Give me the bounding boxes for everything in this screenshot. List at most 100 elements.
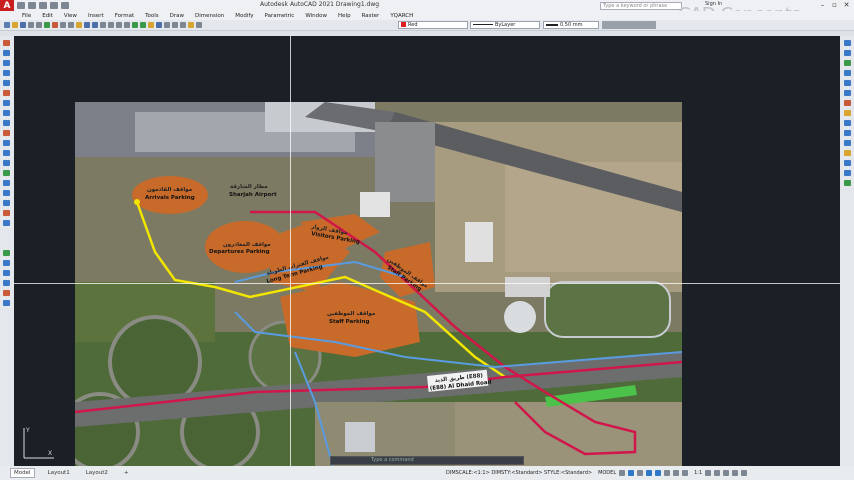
open-file-icon[interactable] [28,2,36,9]
add-layout-button[interactable]: + [121,469,132,477]
tab-model[interactable]: Model [10,468,35,478]
toolbar-preview-icon[interactable] [36,22,42,28]
ortho-icon[interactable] [637,470,644,476]
redo-icon[interactable] [61,2,69,9]
dimension-angular-icon[interactable] [844,100,851,106]
grid-icon[interactable] [619,470,626,476]
workspace-icon[interactable] [714,470,721,476]
gear-icon[interactable] [705,470,712,476]
make-block-icon[interactable] [3,150,10,156]
snap-icon[interactable] [628,470,635,476]
dimension-aligned-icon[interactable] [844,50,851,56]
color-dropdown[interactable]: Red [398,21,468,29]
rectangle-icon[interactable] [3,80,10,86]
menu-yqarch[interactable]: YQARCH [390,13,413,19]
search-input[interactable]: Type a keyword or phrase [600,2,682,10]
toolbar-cut-icon[interactable] [52,22,58,28]
menu-parametric[interactable]: Parametric [265,13,295,19]
toolbar-new-icon[interactable] [4,22,10,28]
mirror-icon[interactable] [3,270,10,276]
toolbar-layer-previous-icon[interactable] [196,22,202,28]
menu-edit[interactable]: Edit [42,13,53,19]
dim-style-icon[interactable] [844,170,851,176]
transparency-icon[interactable] [682,470,689,476]
tab-layout1[interactable]: Layout1 [45,469,73,477]
menu-insert[interactable]: Insert [88,13,104,19]
offset-icon[interactable] [3,280,10,286]
toolbar-zoom-window-icon[interactable] [116,22,122,28]
insert-block-icon[interactable] [3,140,10,146]
toolbar-properties-icon[interactable] [132,22,138,28]
toolbar-open-icon[interactable] [12,22,18,28]
osnap-icon[interactable] [655,470,662,476]
toolbar-calculator-icon[interactable] [172,22,178,28]
model-space-button[interactable]: MODEL [598,470,616,476]
quick-dimension-icon[interactable] [844,110,851,116]
lineweight-icon[interactable] [673,470,680,476]
maximize-icon[interactable]: ▫ [830,1,839,9]
toolbar-tool-palettes-icon[interactable] [148,22,154,28]
plotstyle-dropdown[interactable] [602,21,656,29]
point-icon[interactable] [3,160,10,166]
menu-format[interactable]: Format [115,13,134,19]
dimension-linear-icon[interactable] [844,40,851,46]
menu-modify[interactable]: Modify [235,13,253,19]
menu-file[interactable]: File [22,13,31,19]
toolbar-pan-icon[interactable] [100,22,106,28]
polygon-icon[interactable] [3,70,10,76]
move-icon[interactable] [3,300,10,306]
command-line-input[interactable]: Type a command [330,456,524,465]
arc-icon[interactable] [3,90,10,96]
fullscreen-icon[interactable] [732,470,739,476]
table-icon[interactable] [3,200,10,206]
annotation-scale[interactable]: 1:1 [694,470,702,476]
dim-update-icon[interactable] [844,180,851,186]
isolate-icon[interactable] [723,470,730,476]
menu-draw[interactable]: Draw [170,13,184,19]
gradient-icon[interactable] [3,180,10,186]
airport-map-image[interactable]: مواقف القادمون Arrivals Parking مواقف ال… [75,102,682,467]
baseline-icon[interactable] [844,120,851,126]
toolbar-layer-icon[interactable] [180,22,186,28]
toolbar-matchprop-icon[interactable] [76,22,82,28]
toolbar-zoom-previous-icon[interactable] [124,22,130,28]
toolbar-save-icon[interactable] [20,22,26,28]
toolbar-publish-icon[interactable] [44,22,50,28]
customize-icon[interactable] [741,470,748,476]
otrack-icon[interactable] [664,470,671,476]
dimension-arc-icon[interactable] [844,60,851,66]
lineweight-dropdown[interactable]: 0.50 mm [543,21,599,29]
toolbar-redo-icon[interactable] [92,22,98,28]
erase-icon[interactable] [3,250,10,256]
add-selected-icon[interactable] [3,220,10,226]
undo-icon[interactable] [50,2,58,9]
center-mark-icon[interactable] [844,150,851,156]
toolbar-zoom-icon[interactable] [108,22,114,28]
mtext-icon[interactable] [3,210,10,216]
dimension-diameter-icon[interactable] [844,90,851,96]
construction-line-icon[interactable] [3,50,10,56]
circle-icon[interactable] [3,100,10,106]
polar-icon[interactable] [646,470,653,476]
close-icon[interactable]: ✕ [842,1,851,9]
continue-icon[interactable] [844,130,851,136]
menu-tools[interactable]: Tools [145,13,159,19]
linetype-dropdown[interactable]: ByLayer [470,21,540,29]
minimize-icon[interactable]: – [818,1,827,9]
copy-icon[interactable] [3,260,10,266]
spline-icon[interactable] [3,120,10,126]
toolbar-markup-icon[interactable] [164,22,170,28]
save-icon[interactable] [39,2,47,9]
toolbar-print-icon[interactable] [28,22,34,28]
dim-edit-icon[interactable] [844,160,851,166]
dimension-ordinate-icon[interactable] [844,70,851,76]
menu-window[interactable]: Window [305,13,327,19]
hatch-icon[interactable] [3,170,10,176]
menu-help[interactable]: Help [338,13,351,19]
autocad-logo-icon[interactable]: A [0,0,14,11]
region-icon[interactable] [3,190,10,196]
tab-layout2[interactable]: Layout2 [83,469,111,477]
menu-raster[interactable]: Raster [362,13,380,19]
menu-view[interactable]: View [64,13,77,19]
ellipse-icon[interactable] [3,130,10,136]
